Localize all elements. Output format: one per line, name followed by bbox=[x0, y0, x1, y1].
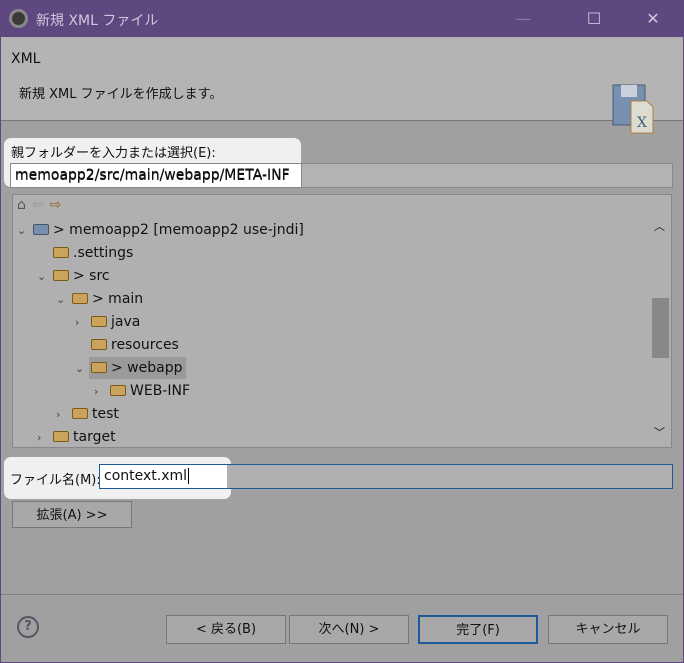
wizard-header: XML 新規 XML ファイルを作成します。 X bbox=[1, 37, 683, 134]
folder-icon bbox=[53, 247, 69, 258]
forward-arrow-icon[interactable]: ⇨ bbox=[50, 197, 68, 213]
tree-item-label: .settings bbox=[73, 245, 134, 261]
parent-folder-value: memoapp2/src/main/webapp/META-INF bbox=[15, 168, 290, 184]
folder-icon bbox=[72, 408, 88, 419]
home-icon[interactable]: ⌂ bbox=[17, 197, 32, 213]
tree-item[interactable]: resources bbox=[75, 334, 179, 356]
file-name-value: context.xml bbox=[104, 468, 188, 484]
folder-tree[interactable]: ⌂⇦⇨ ⌄ > memoapp2 [memoapp2 use-jndi] .set… bbox=[12, 194, 672, 448]
tree-item-label: > webapp bbox=[111, 360, 183, 376]
parent-folder-label: 親フォルダーを入力または選択(E): bbox=[11, 146, 216, 161]
tree-item-label: java bbox=[111, 314, 141, 330]
tree-item-project[interactable]: ⌄ > memoapp2 [memoapp2 use-jndi] bbox=[17, 219, 304, 241]
tree-item-label: > memoapp2 [memoapp2 use-jndi] bbox=[53, 222, 304, 238]
folder-icon bbox=[91, 316, 107, 327]
tree-item[interactable]: ⌄ > main bbox=[56, 288, 143, 310]
folder-icon bbox=[91, 362, 107, 373]
tree-item-selected[interactable]: ⌄ > webapp bbox=[75, 357, 187, 379]
tree-item-label: WEB-INF bbox=[130, 383, 190, 399]
close-button[interactable]: ✕ bbox=[630, 6, 676, 32]
expand-icon[interactable]: › bbox=[94, 381, 110, 403]
svg-text:X: X bbox=[637, 115, 647, 131]
folder-icon bbox=[53, 270, 69, 281]
expand-icon[interactable]: › bbox=[37, 427, 53, 449]
tree-item[interactable]: › java bbox=[75, 311, 140, 333]
expand-icon[interactable]: ⌄ bbox=[17, 220, 33, 242]
window-title: 新規 XML ファイル bbox=[36, 13, 159, 29]
back-arrow-icon[interactable]: ⇦ bbox=[32, 197, 50, 213]
folder-icon bbox=[53, 431, 69, 442]
tree-item-label: test bbox=[92, 406, 119, 422]
finish-button[interactable]: 完了(F) bbox=[418, 615, 538, 644]
expand-icon[interactable]: › bbox=[75, 312, 91, 334]
next-button[interactable]: 次へ(N) > bbox=[289, 615, 409, 644]
expand-icon[interactable]: › bbox=[56, 404, 72, 426]
separator bbox=[1, 594, 683, 595]
help-icon[interactable]: ? bbox=[17, 616, 39, 638]
tree-scrollbar-thumb[interactable] bbox=[652, 298, 669, 358]
tree-item[interactable]: .settings bbox=[37, 242, 133, 264]
eclipse-gear-icon bbox=[9, 9, 28, 28]
advanced-button[interactable]: 拡張(A) >> bbox=[12, 501, 132, 528]
back-button[interactable]: < 戻る(B) bbox=[166, 615, 286, 644]
tree-item-label: > src bbox=[73, 268, 110, 284]
tree-item[interactable]: › WEB-INF bbox=[94, 380, 190, 402]
minimize-button[interactable]: — bbox=[500, 6, 546, 32]
tree-item[interactable]: ⌄ > src bbox=[37, 265, 110, 287]
cancel-button[interactable]: キャンセル bbox=[548, 615, 668, 644]
folder-icon bbox=[110, 385, 126, 396]
title-bar: 新規 XML ファイル — ☐ ✕ bbox=[0, 0, 684, 37]
wizard-title: XML bbox=[11, 51, 41, 67]
file-name-label: ファイル名(M): bbox=[10, 473, 101, 488]
tree-item-label: > main bbox=[92, 291, 144, 307]
xml-file-banner-icon: X bbox=[612, 84, 654, 134]
expand-icon[interactable]: ⌄ bbox=[56, 289, 72, 311]
folder-icon bbox=[72, 293, 88, 304]
maximize-button[interactable]: ☐ bbox=[571, 6, 617, 32]
tree-item[interactable]: › target bbox=[37, 426, 116, 448]
tree-item-label: target bbox=[73, 429, 116, 445]
wizard-description: 新規 XML ファイルを作成します。 bbox=[19, 87, 223, 102]
tree-item[interactable]: › test bbox=[56, 403, 119, 425]
project-icon bbox=[33, 224, 49, 235]
expand-icon[interactable]: ⌄ bbox=[37, 266, 53, 288]
folder-icon bbox=[91, 339, 107, 350]
tree-item-label: resources bbox=[111, 337, 179, 353]
